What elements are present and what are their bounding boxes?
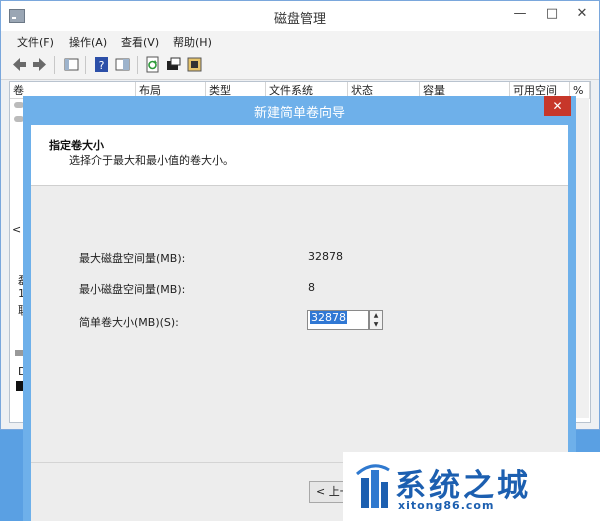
- menu-action[interactable]: 操作(A): [69, 34, 107, 50]
- refresh-icon[interactable]: [144, 56, 161, 73]
- settings-icon[interactable]: [186, 56, 203, 73]
- watermark-url: xitong86.com: [398, 499, 495, 512]
- step-title: 指定卷大小: [49, 139, 104, 152]
- volume-size-input[interactable]: 32878: [307, 310, 369, 330]
- volume-size-value: 32878: [310, 311, 347, 324]
- disk-properties-icon[interactable]: [165, 56, 182, 73]
- spin-down-icon[interactable]: ▼: [370, 320, 382, 329]
- forward-arrow-icon[interactable]: [31, 56, 48, 73]
- minimize-button[interactable]: —: [507, 3, 533, 25]
- title-bar: 磁盘管理 — □ ✕: [1, 1, 599, 31]
- watermark: 系统之城 xitong86.com: [343, 452, 600, 521]
- spin-up-icon[interactable]: ▲: [370, 311, 382, 320]
- properties-pane-icon[interactable]: [114, 56, 131, 73]
- wizard-title-bar: 新建简单卷向导: [23, 96, 576, 125]
- menu-file[interactable]: 文件(F): [17, 34, 54, 50]
- wizard-title: 新建简单卷向导: [253, 106, 345, 121]
- step-subtitle: 选择介于最大和最小值的卷大小。: [69, 154, 234, 167]
- watermark-logo-icon: [356, 464, 390, 508]
- wizard-close-button[interactable]: ✕: [544, 96, 571, 116]
- menu-help[interactable]: 帮助(H): [173, 34, 212, 50]
- min-space-label: 最小磁盘空间量(MB):: [79, 283, 186, 296]
- back-arrow-icon[interactable]: [11, 56, 28, 73]
- volume-size-label: 简单卷大小(MB)(S):: [79, 316, 179, 329]
- help-icon[interactable]: ?: [93, 56, 110, 73]
- console-tree-icon[interactable]: [63, 56, 80, 73]
- max-space-label: 最大磁盘空间量(MB):: [79, 252, 186, 265]
- toolbar: ?: [1, 51, 599, 80]
- max-space-value: 32878: [308, 250, 343, 263]
- menu-view[interactable]: 查看(V): [121, 34, 159, 50]
- svg-text:?: ?: [99, 59, 105, 72]
- maximize-button[interactable]: □: [539, 3, 565, 25]
- wizard-header: 指定卷大小 选择介于最大和最小值的卷大小。: [31, 125, 568, 186]
- min-space-value: 8: [308, 281, 315, 294]
- close-button[interactable]: ✕: [569, 3, 595, 25]
- scroll-left-arrow[interactable]: <: [12, 223, 21, 236]
- volume-size-spinner[interactable]: ▲ ▼: [369, 310, 383, 330]
- menu-bar: 文件(F) 操作(A) 查看(V) 帮助(H): [1, 31, 599, 51]
